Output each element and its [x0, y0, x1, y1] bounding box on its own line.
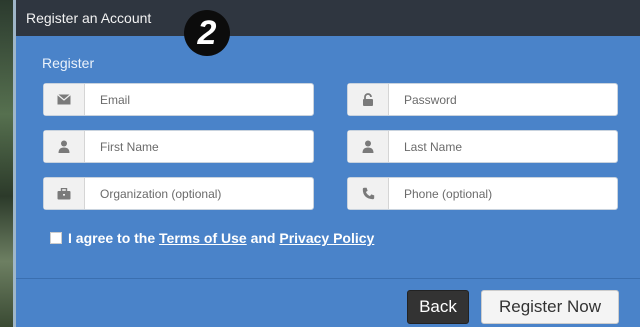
dialog-titlebar: Register an Account: [16, 0, 640, 36]
last-name-field: [347, 130, 618, 163]
organization-field: [43, 177, 314, 210]
user-icon: [44, 131, 85, 162]
briefcase-icon: [44, 178, 85, 209]
phone-input[interactable]: [396, 178, 611, 209]
step-number-badge: 2: [184, 10, 230, 56]
email-input[interactable]: [92, 84, 307, 115]
terms-agreement: I agree to the Terms of Use and Privacy …: [50, 230, 374, 246]
phone-icon: [348, 178, 389, 209]
envelope-icon: [44, 84, 85, 115]
agree-prefix: I agree to the: [68, 230, 160, 246]
lock-icon: [348, 84, 389, 115]
organization-input[interactable]: [92, 178, 307, 209]
terms-of-use-link[interactable]: Terms of Use: [159, 230, 247, 246]
register-dialog: Register an Account 2 Register Email Fir…: [16, 0, 640, 327]
first-name-input[interactable]: [92, 131, 307, 162]
password-input[interactable]: [396, 84, 611, 115]
phone-field: [347, 177, 618, 210]
password-field: [347, 83, 618, 116]
last-name-input[interactable]: [396, 131, 611, 162]
first-name-field: [43, 130, 314, 163]
agree-and: and: [246, 230, 280, 246]
footer-divider: [16, 278, 640, 279]
privacy-policy-link[interactable]: Privacy Policy: [279, 230, 374, 246]
background-strip: [0, 0, 16, 327]
email-field: [43, 83, 314, 116]
dialog-title: Register an Account: [26, 10, 152, 26]
user-icon: [348, 131, 389, 162]
form-heading: Register: [42, 55, 95, 71]
register-now-button[interactable]: Register Now: [481, 290, 619, 324]
back-button[interactable]: Back: [407, 290, 469, 324]
agree-checkbox[interactable]: [50, 232, 62, 244]
